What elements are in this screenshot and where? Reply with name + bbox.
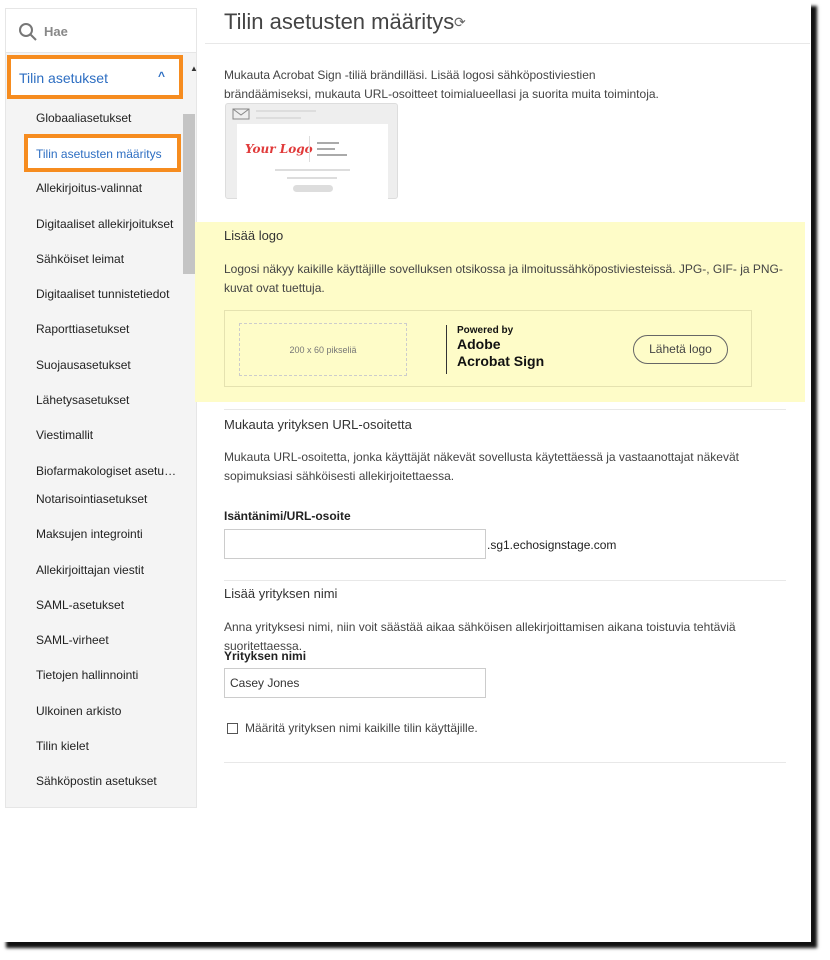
sidebar-item[interactable]: Sähköiset leimat [36,252,124,266]
sidebar-item[interactable]: Raporttiasetukset [36,322,129,336]
refresh-icon[interactable]: ⟳ [454,14,466,31]
logo-upload-area: 200 x 60 pikseliä Powered by Adobe Acrob… [224,310,752,387]
section-label: Tilin asetukset [19,70,108,86]
intro-text: Mukauta Acrobat Sign -tiliä brändilläsi.… [224,68,659,101]
sidebar-item[interactable]: Biofarmakologiset asetu… [36,464,176,478]
sidebar-item[interactable]: SAML-asetukset [36,598,124,612]
hostname-suffix: .sg1.echosignstage.com [487,538,617,552]
hostname-input[interactable] [224,529,486,559]
sidebar-item[interactable]: Sähköpostin asetukset [36,774,157,788]
logo-placeholder: 200 x 60 pikseliä [239,323,407,376]
divider [205,43,810,44]
sidebar-item[interactable]: Tilin kielet [36,739,89,753]
chevron-up-icon: ^ [157,69,165,83]
checkbox-label[interactable]: Määritä yrityksen nimi kaikille tilin kä… [245,721,478,735]
sidebar: Hae ▲ [5,8,198,808]
search-icon [19,23,37,41]
your-logo-placeholder: Your Logo [245,142,313,156]
upload-logo-button[interactable]: Lähetä logo [633,335,728,364]
company-name-input[interactable]: Casey Jones [224,668,486,698]
sidebar-item[interactable]: Digitaaliset allekirjoitukset [36,217,173,231]
sidebar-item[interactable]: Suojausasetukset [36,358,131,372]
email-preview-image: Your Logo [225,103,398,200]
logo-description: Logosi näkyy kaikille käyttäjille sovell… [224,262,783,295]
page-title: Tilin asetusten määritys [224,9,455,34]
apply-to-all-users-checkbox[interactable] [227,723,238,734]
sidebar-item-tilin-asetusten-maaritys[interactable]: Tilin asetusten määritys [24,134,181,172]
mail-icon [232,108,250,120]
sidebar-item[interactable]: Lähetysasetukset [36,393,129,407]
sidebar-item[interactable]: Viestimallit [36,428,93,442]
sidebar-item[interactable]: SAML-virheet [36,633,109,647]
adobe-acrobat-sign-logo: Powered by Adobe Acrobat Sign [457,325,545,369]
search-box[interactable]: Hae [6,9,196,53]
url-heading: Mukauta yrityksen URL-osoitetta [224,417,412,432]
logo-heading: Lisää logo [224,228,284,243]
company-heading: Lisää yrityksen nimi [224,586,338,601]
sidebar-item[interactable]: Tietojen hallinnointi [36,668,138,682]
sidebar-section-tilin-asetukset[interactable]: Tilin asetukset ^ [7,55,183,99]
hostname-label: Isäntänimi/URL-osoite [224,509,351,523]
app-window: Hae ▲ Tilin asetukset ^ Globaaliasetukse… [0,0,811,942]
sidebar-scrollbar[interactable] [183,114,195,274]
company-description: Anna yrityksesi nimi, niin voit säästää … [224,620,736,653]
url-description: Mukauta URL-osoitetta, jonka käyttäjät n… [224,450,739,483]
sidebar-item[interactable]: Digitaaliset tunnistetiedot [36,287,169,301]
sidebar-item[interactable]: Allekirjoitus-valinnat [36,181,142,195]
sidebar-item[interactable]: Globaaliasetukset [36,111,131,125]
sidebar-item-label: Tilin asetusten määritys [36,147,162,161]
search-input[interactable]: Hae [44,24,68,39]
sidebar-item[interactable]: Maksujen integrointi [36,527,143,541]
company-name-label: Yrityksen nimi [224,649,307,663]
sidebar-item[interactable]: Ulkoinen arkisto [36,704,121,718]
scroll-up-arrow[interactable]: ▲ [190,64,198,73]
sidebar-item[interactable]: Notarisointiasetukset [36,492,147,506]
sidebar-item[interactable]: Allekirjoittajan viestit [36,563,144,577]
